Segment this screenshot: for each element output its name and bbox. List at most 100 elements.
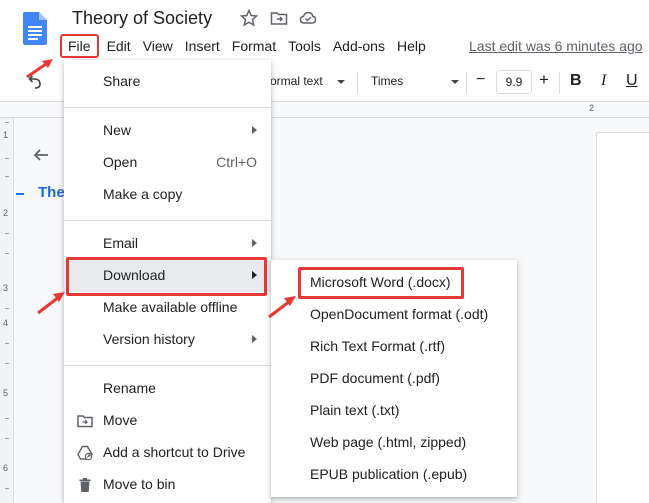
menu-item-label: Rename xyxy=(103,380,156,396)
star-icon[interactable] xyxy=(240,9,258,27)
paragraph-style-select[interactable]: ormal text xyxy=(270,74,323,88)
annotation-arrow-icon xyxy=(268,296,296,319)
ruler-tick xyxy=(5,233,9,234)
bold-button[interactable]: B xyxy=(570,72,582,90)
last-edit-link[interactable]: Last edit was 6 minutes ago xyxy=(469,38,643,54)
menu-item-move-to-bin[interactable]: Move to bin xyxy=(64,469,271,501)
menu-view[interactable]: View xyxy=(137,34,179,58)
submenu-item-label: EPUB publication (.epub) xyxy=(310,466,468,482)
menu-item-label: Move to bin xyxy=(103,476,176,492)
docx-highlight-box xyxy=(298,267,464,299)
menu-item-version-history[interactable]: Version history xyxy=(64,324,271,356)
menu-insert[interactable]: Insert xyxy=(179,34,226,58)
annotation-arrow-icon xyxy=(37,292,65,315)
menu-addons[interactable]: Add-ons xyxy=(327,34,391,58)
ruler-number: 3 xyxy=(3,283,9,293)
submenu-arrow-icon xyxy=(252,126,257,134)
menu-item-label: Email xyxy=(103,235,139,251)
toolbar-divider xyxy=(357,72,358,94)
menu-item-label: Move xyxy=(103,412,138,428)
back-arrow-icon[interactable] xyxy=(32,146,50,164)
menu-item-label: Open xyxy=(103,154,138,170)
menu-item-add-shortcut[interactable]: Add a shortcut to Drive xyxy=(64,437,271,469)
outline-marker xyxy=(16,193,24,195)
menu-item-offline[interactable]: Make available offline xyxy=(64,292,271,324)
download-odt[interactable]: OpenDocument format (.odt) xyxy=(271,299,517,331)
menu-divider xyxy=(64,365,271,366)
menu-item-label: Version history xyxy=(103,331,195,347)
ruler-tick xyxy=(5,122,9,123)
ruler-tick xyxy=(5,176,9,177)
ruler-number: 2 xyxy=(589,103,595,113)
ruler-number: 6 xyxy=(3,463,9,473)
document-title[interactable]: Theory of Society xyxy=(72,8,212,29)
submenu-item-label: Plain text (.txt) xyxy=(310,402,400,418)
increase-font-size-button[interactable]: + xyxy=(539,70,549,90)
font-size-input[interactable]: 9.9 xyxy=(496,70,532,94)
menu-item-rename[interactable]: Rename xyxy=(64,373,271,405)
menu-item-new[interactable]: New xyxy=(64,115,271,147)
vertical-ruler: 1 2 3 4 5 6 xyxy=(0,118,14,503)
ruler-number: 2 xyxy=(3,208,9,218)
menu-item-label: Make a copy xyxy=(103,186,183,202)
submenu-item-label: Web page (.html, zipped) xyxy=(310,434,467,450)
menu-item-make-copy[interactable]: Make a copy xyxy=(64,179,271,211)
underline-button[interactable]: U xyxy=(626,72,638,90)
menu-item-label: New xyxy=(103,122,132,138)
shortcut-hint: Ctrl+O xyxy=(216,154,257,170)
menu-format[interactable]: Format xyxy=(226,34,282,58)
google-docs-logo-icon[interactable] xyxy=(23,12,47,45)
cloud-saved-icon[interactable] xyxy=(299,9,317,27)
menu-divider xyxy=(64,107,271,108)
menu-edit[interactable]: Edit xyxy=(101,34,137,58)
ruler-number: 1 xyxy=(3,130,9,140)
app-header: Theory of Society File Edit View Insert … xyxy=(0,0,649,62)
trash-icon xyxy=(79,478,91,492)
menu-bar: File Edit View Insert Format Tools Add-o… xyxy=(60,34,432,58)
ruler-tick xyxy=(5,418,9,419)
submenu-item-label: PDF document (.pdf) xyxy=(310,370,440,386)
move-folder-icon xyxy=(77,415,93,428)
menu-item-email[interactable]: Email xyxy=(64,228,271,260)
menu-item-label: Make available offline xyxy=(103,299,238,315)
menu-item-share[interactable]: Share xyxy=(64,66,271,98)
outline-heading[interactable]: The xyxy=(38,184,65,201)
toolbar-divider xyxy=(466,72,467,94)
download-epub[interactable]: EPUB publication (.epub) xyxy=(271,459,517,491)
toolbar-divider xyxy=(559,72,560,94)
annotation-arrow-icon xyxy=(26,59,53,79)
download-rtf[interactable]: Rich Text Format (.rtf) xyxy=(271,331,517,363)
ruler-tick xyxy=(5,158,9,159)
submenu-item-label: Rich Text Format (.rtf) xyxy=(310,338,446,354)
submenu-arrow-icon xyxy=(252,335,257,343)
menu-file[interactable]: File xyxy=(60,34,99,58)
chevron-down-icon[interactable] xyxy=(336,79,346,85)
menu-item-label: Add a shortcut to Drive xyxy=(103,444,246,460)
drive-shortcut-icon xyxy=(77,445,93,461)
ruler-tick xyxy=(5,363,9,364)
menu-divider xyxy=(64,220,271,221)
move-folder-icon[interactable] xyxy=(270,9,288,27)
download-highlight-box xyxy=(66,257,267,296)
menu-help[interactable]: Help xyxy=(391,34,432,58)
download-txt[interactable]: Plain text (.txt) xyxy=(271,395,517,427)
chevron-down-icon[interactable] xyxy=(450,79,460,85)
submenu-arrow-icon xyxy=(252,239,257,247)
ruler-tick xyxy=(5,343,9,344)
ruler-tick xyxy=(5,253,9,254)
italic-button[interactable]: I xyxy=(601,72,606,90)
ruler-tick xyxy=(5,308,9,309)
decrease-font-size-button[interactable]: − xyxy=(476,71,485,89)
ruler-tick xyxy=(5,438,9,439)
ruler-tick xyxy=(5,488,9,489)
ruler-number: 4 xyxy=(3,318,9,328)
menu-item-move[interactable]: Move xyxy=(64,405,271,437)
font-family-select[interactable]: Times xyxy=(371,74,403,88)
submenu-item-label: OpenDocument format (.odt) xyxy=(310,306,489,322)
menu-item-label: Share xyxy=(103,73,141,89)
menu-item-open[interactable]: Open Ctrl+O xyxy=(64,147,271,179)
menu-tools[interactable]: Tools xyxy=(282,34,327,58)
document-page[interactable] xyxy=(596,132,649,503)
download-pdf[interactable]: PDF document (.pdf) xyxy=(271,363,517,395)
download-html[interactable]: Web page (.html, zipped) xyxy=(271,427,517,459)
